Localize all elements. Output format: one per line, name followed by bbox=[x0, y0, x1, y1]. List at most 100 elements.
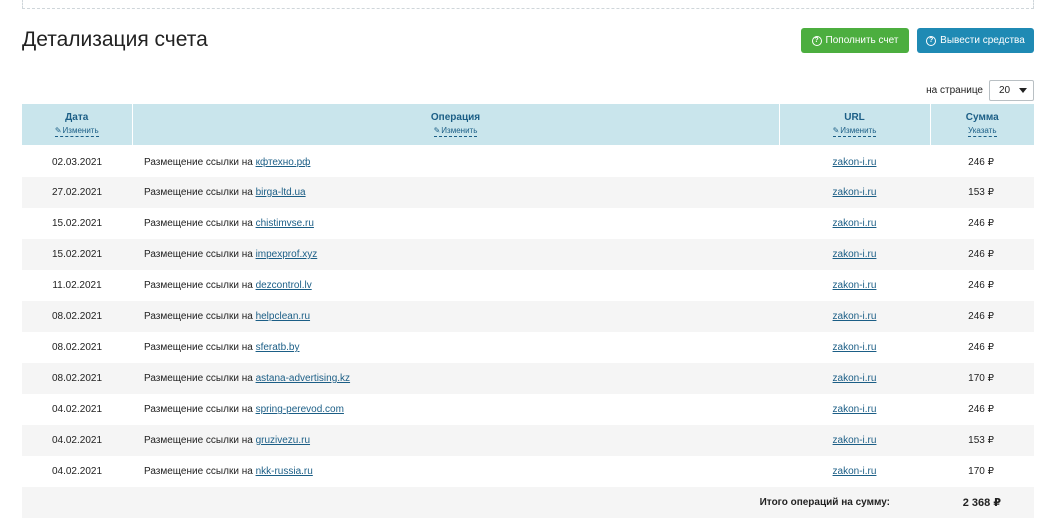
pencil-icon: ✎ bbox=[54, 125, 62, 135]
operation-site-link[interactable]: gruzivezu.ru bbox=[256, 435, 310, 446]
url-link[interactable]: zakon-i.ru bbox=[833, 157, 877, 168]
change-url-link[interactable]: ✎Изменить bbox=[832, 125, 877, 137]
row-date: 15.02.2021 bbox=[22, 239, 132, 270]
row-date: 04.02.2021 bbox=[51, 466, 103, 477]
row-operation: Размещение ссылки на spring-perevod.com bbox=[132, 394, 779, 425]
column-title: URL bbox=[844, 111, 865, 123]
url-link[interactable]: zakon-i.ru bbox=[833, 373, 877, 384]
page-title: Детализация счета bbox=[22, 28, 208, 51]
operation-site-link[interactable]: birga-ltd.ua bbox=[256, 187, 306, 198]
operation-site-link[interactable]: dezcontrol.lv bbox=[256, 280, 312, 291]
row-url: zakon-i.ru bbox=[779, 239, 930, 270]
table-row: 27.02.2021 Размещение ссылки на birga-ltd… bbox=[22, 177, 1034, 208]
row-date: 08.02.2021 bbox=[22, 363, 132, 394]
total-row: Итого операций на сумму: 2 368 ₽ bbox=[22, 487, 1034, 518]
row-url: zakon-i.ru bbox=[779, 208, 930, 239]
column-header-url: URL ✎Изменить bbox=[778, 104, 930, 146]
url-link[interactable]: zakon-i.ru bbox=[833, 218, 877, 229]
row-operation: Размещение ссылки на birga-ltd.ua bbox=[132, 177, 779, 208]
topup-button[interactable]: ? Пополнить счет bbox=[801, 28, 909, 53]
operation-site-link[interactable]: кфтехно.рф bbox=[256, 157, 311, 168]
table-row: 08.02.2021 Размещение ссылки на helpclean… bbox=[22, 301, 1034, 332]
operation-site-link[interactable]: sferatb.by bbox=[256, 342, 300, 353]
row-sum: 153 ₽ bbox=[930, 177, 1034, 208]
row-operation: Размещение ссылки на nkk-russia.ru bbox=[132, 456, 779, 487]
operation-prefix: Размещение ссылки на bbox=[144, 466, 253, 477]
row-url: zakon-i.ru bbox=[779, 332, 930, 363]
operation-site-link[interactable]: nkk-russia.ru bbox=[256, 466, 313, 477]
change-date-link[interactable]: ✎Изменить bbox=[54, 125, 99, 137]
operation-prefix: Размещение ссылки на bbox=[144, 373, 253, 384]
change-link-label: Изменить bbox=[840, 125, 877, 135]
row-sum: 246 ₽ bbox=[968, 404, 994, 415]
row-operation: Размещение ссылки на sferatb.by bbox=[132, 332, 779, 363]
url-link[interactable]: zakon-i.ru bbox=[833, 404, 877, 415]
operation-prefix: Размещение ссылки на bbox=[144, 156, 253, 168]
row-date: 15.02.2021 bbox=[51, 218, 103, 229]
row-sum: 246 ₽ bbox=[930, 301, 1034, 332]
column-header-date: Дата ✎Изменить bbox=[22, 104, 132, 146]
url-link[interactable]: zakon-i.ru bbox=[833, 280, 877, 291]
row-sum: 246 ₽ bbox=[968, 342, 994, 353]
per-page-select[interactable]: 20 bbox=[989, 80, 1034, 101]
operation-prefix: Размещение ссылки на bbox=[144, 404, 253, 415]
row-date: 27.02.2021 bbox=[22, 177, 132, 208]
url-link[interactable]: zakon-i.ru bbox=[833, 466, 877, 477]
row-sum: 246 ₽ bbox=[930, 144, 1034, 177]
url-link[interactable]: zakon-i.ru bbox=[833, 342, 877, 353]
table-row: 11.02.2021 Размещение ссылки на dezcontro… bbox=[22, 270, 1034, 301]
column-header-operation: Операция ✎Изменить bbox=[131, 104, 779, 146]
table-row: 02.03.2021 Размещение ссылки на кфтехно.р… bbox=[22, 144, 1034, 177]
change-link-label: Изменить bbox=[62, 125, 99, 135]
operation-site-link[interactable]: chistimvse.ru bbox=[256, 218, 314, 229]
operation-prefix: Размещение ссылки на bbox=[144, 280, 253, 291]
change-operation-link[interactable]: ✎Изменить bbox=[433, 125, 478, 137]
url-link[interactable]: zakon-i.ru bbox=[833, 435, 877, 446]
column-title: Операция bbox=[430, 111, 481, 123]
operation-prefix: Размещение ссылки на bbox=[144, 342, 253, 353]
row-operation: Размещение ссылки на chistimvse.ru bbox=[132, 208, 779, 239]
operation-site-link[interactable]: impexprof.xyz bbox=[256, 249, 318, 260]
row-url: zakon-i.ru bbox=[779, 301, 930, 332]
withdraw-button-label: Вывести средства bbox=[940, 35, 1025, 46]
row-sum: 170 ₽ bbox=[930, 363, 1034, 394]
row-date: 11.02.2021 bbox=[52, 280, 102, 291]
table-row: 04.02.2021 Размещение ссылки на gruzivezu… bbox=[22, 425, 1034, 456]
row-url: zakon-i.ru bbox=[779, 456, 930, 487]
table-header-row: Дата ✎Изменить Операция ✎Изменить URL ✎И… bbox=[22, 104, 1034, 146]
row-sum: 170 ₽ bbox=[968, 466, 994, 477]
row-url: zakon-i.ru bbox=[779, 363, 930, 394]
operation-prefix: Размещение ссылки на bbox=[144, 249, 253, 260]
pencil-icon: ✎ bbox=[433, 125, 441, 135]
table-row: 08.02.2021 Размещение ссылки на sferatb.b… bbox=[22, 332, 1034, 363]
operation-prefix: Размещение ссылки на bbox=[144, 218, 253, 229]
row-operation: Размещение ссылки на gruzivezu.ru bbox=[132, 425, 779, 456]
row-date: 02.03.2021 bbox=[22, 144, 132, 177]
row-url: zakon-i.ru bbox=[779, 177, 930, 208]
row-sum: 153 ₽ bbox=[930, 425, 1034, 456]
operation-site-link[interactable]: helpclean.ru bbox=[256, 311, 310, 322]
top-dashed-frame bbox=[22, 0, 1034, 9]
operation-prefix: Размещение ссылки на bbox=[144, 187, 253, 198]
per-page-control: на странице 20 bbox=[926, 80, 1034, 101]
url-link[interactable]: zakon-i.ru bbox=[833, 311, 877, 322]
column-title: Дата bbox=[65, 111, 89, 123]
row-sum: 246 ₽ bbox=[930, 239, 1034, 270]
operation-site-link[interactable]: spring-perevod.com bbox=[256, 404, 344, 415]
row-operation: Размещение ссылки на dezcontrol.lv bbox=[132, 270, 779, 301]
operation-prefix: Размещение ссылки на bbox=[144, 435, 253, 446]
row-sum: 246 ₽ bbox=[968, 280, 994, 291]
table-row: 15.02.2021 Размещение ссылки на chistimvs… bbox=[22, 208, 1034, 239]
per-page-value: 20 bbox=[999, 85, 1011, 96]
row-date: 04.02.2021 bbox=[22, 425, 132, 456]
url-link[interactable]: zakon-i.ru bbox=[833, 249, 877, 260]
url-link[interactable]: zakon-i.ru bbox=[833, 187, 877, 198]
row-operation: Размещение ссылки на helpclean.ru bbox=[132, 301, 779, 332]
specify-sum-link[interactable]: Указать bbox=[967, 126, 997, 137]
operation-site-link[interactable]: astana-advertising.kz bbox=[256, 373, 351, 384]
total-label: Итого операций на сумму: bbox=[22, 487, 930, 518]
table-row: 04.02.2021 Размещение ссылки на spring-pe… bbox=[22, 394, 1034, 425]
per-page-label: на странице bbox=[926, 85, 983, 96]
withdraw-button[interactable]: ? Вывести средства bbox=[917, 28, 1034, 53]
row-date: 04.02.2021 bbox=[51, 404, 103, 415]
